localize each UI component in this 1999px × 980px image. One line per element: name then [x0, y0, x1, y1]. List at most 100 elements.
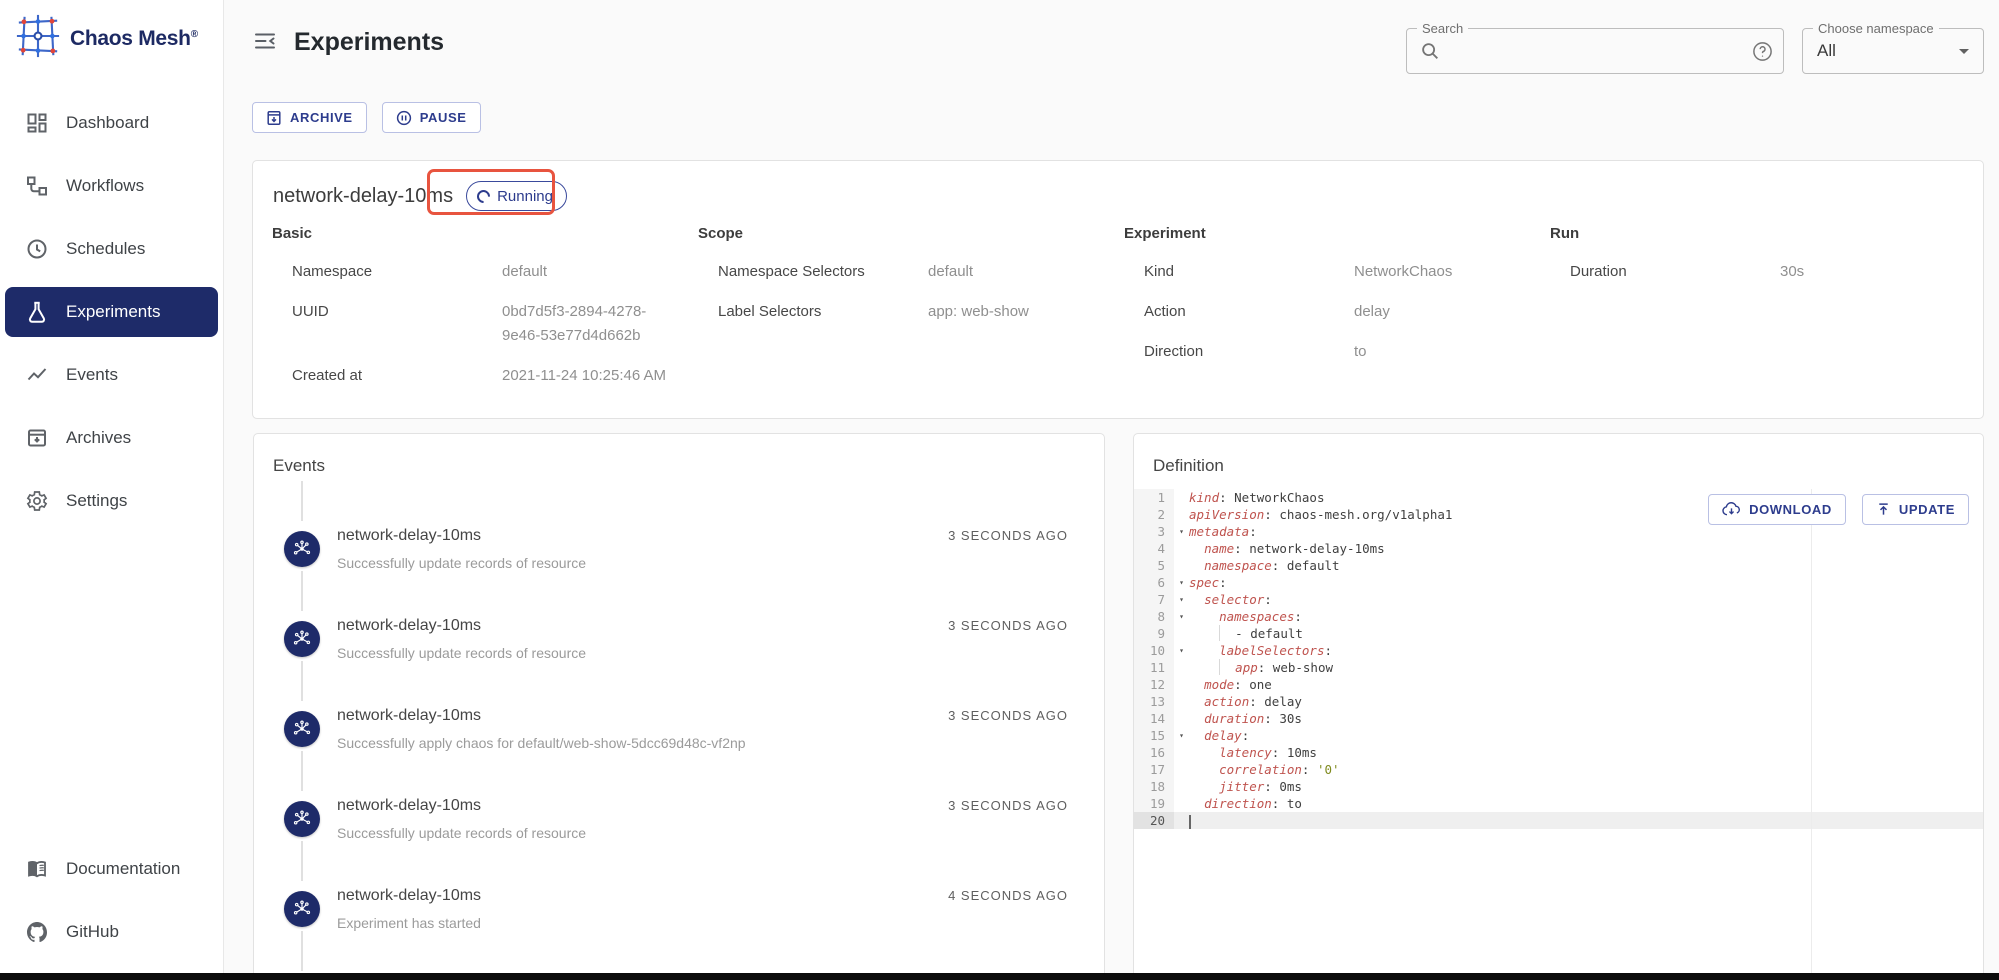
event-timestamp: 3 SECONDS AGO — [948, 528, 1068, 543]
fold-spacer — [1174, 659, 1189, 676]
detail-label: Namespace — [292, 260, 502, 284]
sidebar-item-label: Schedules — [66, 239, 145, 259]
yaml-editor[interactable]: 1kind: NetworkChaos2apiVersion: chaos-me… — [1134, 489, 1983, 980]
code-text: jitter: 0ms — [1189, 778, 1983, 795]
detail-row: Directionto — [1124, 340, 1550, 364]
workflows-icon — [25, 174, 49, 198]
detail-value: 0bd7d5f3-2894-4278-9e46-53e77d4d662b — [502, 300, 677, 348]
search-field[interactable]: Search — [1406, 28, 1784, 74]
clock-icon — [25, 237, 49, 261]
search-input[interactable] — [1449, 42, 1744, 60]
sidebar-item-documentation[interactable]: Documentation — [0, 844, 223, 894]
code-text: direction: to — [1189, 795, 1983, 812]
download-button[interactable]: DOWNLOAD — [1708, 494, 1846, 525]
section-title: Basic — [272, 225, 698, 242]
brand-name: Chaos Mesh® — [70, 27, 198, 51]
detail-value: to — [1354, 340, 1367, 364]
fold-arrow-icon[interactable]: ▾ — [1174, 608, 1189, 625]
section-scope: ScopeNamespace SelectorsdefaultLabel Sel… — [698, 225, 1124, 404]
sidebar-item-experiments[interactable]: Experiments — [5, 287, 218, 337]
code-line: 13 action: delay — [1134, 693, 1983, 710]
help-icon[interactable] — [1752, 41, 1773, 62]
detail-row: UUID0bd7d5f3-2894-4278-9e46-53e77d4d662b — [272, 300, 698, 348]
detail-label: Label Selectors — [718, 300, 928, 324]
code-text: metadata: — [1189, 523, 1983, 540]
main-content: Experiments Search Choose namespace — [224, 0, 1999, 973]
fold-arrow-icon[interactable]: ▾ — [1174, 591, 1189, 608]
fold-arrow-icon[interactable]: ▾ — [1174, 642, 1189, 659]
sidebar: Chaos Mesh® Dashboard Workflows Schedules E… — [0, 0, 224, 980]
code-line: 8▾ namespaces: — [1134, 608, 1983, 625]
github-icon — [25, 920, 49, 944]
code-line: 19 direction: to — [1134, 795, 1983, 812]
detail-label: Namespace Selectors — [718, 260, 928, 284]
sidebar-item-label: Dashboard — [66, 113, 149, 133]
code-text: - default — [1189, 625, 1983, 642]
page-title: Experiments — [294, 28, 444, 57]
book-icon — [25, 857, 49, 881]
detail-value: 2021-11-24 10:25:46 AM — [502, 364, 666, 388]
page-header: Experiments Search Choose namespace — [224, 0, 1999, 74]
fold-arrow-icon[interactable]: ▾ — [1174, 523, 1189, 540]
namespace-selected-value: All — [1817, 41, 1836, 61]
archive-icon — [25, 426, 49, 450]
code-line: 4 name: network-delay-10ms — [1134, 540, 1983, 557]
sidebar-item-label: Experiments — [66, 302, 160, 322]
event-message: Successfully update records of resource — [337, 645, 1068, 661]
line-number: 9 — [1134, 625, 1174, 642]
sidebar-item-schedules[interactable]: Schedules — [0, 224, 223, 274]
events-timeline: network-delay-10msSuccessfully update re… — [268, 525, 1068, 980]
detail-value: NetworkChaos — [1354, 260, 1452, 284]
code-text: mode: one — [1189, 676, 1983, 693]
namespace-select[interactable]: Choose namespace All — [1802, 28, 1984, 74]
line-number: 18 — [1134, 778, 1174, 795]
detail-label: Duration — [1570, 260, 1780, 284]
section-title: Experiment — [1124, 225, 1550, 242]
sidebar-item-github[interactable]: GitHub — [0, 907, 223, 957]
experiment-detail-sections: Basic Namespacedefault UUID0bd7d5f3-2894-4… — [253, 211, 1983, 418]
experiment-name: network-delay-10ms — [273, 185, 453, 208]
events-card-title: Events — [254, 434, 1104, 476]
code-line: 18 jitter: 0ms — [1134, 778, 1983, 795]
sidebar-item-label: Archives — [66, 428, 131, 448]
sidebar-item-archives[interactable]: Archives — [0, 413, 223, 463]
line-number: 20 — [1134, 812, 1174, 829]
gear-icon — [25, 489, 49, 513]
line-number: 14 — [1134, 710, 1174, 727]
archive-button[interactable]: ARCHIVE — [252, 102, 367, 133]
screen-bottom-edge — [0, 973, 1999, 980]
update-button[interactable]: UPDATE — [1862, 494, 1969, 525]
detail-row: Label Selectorsapp: web-show — [698, 300, 1124, 324]
sidebar-item-workflows[interactable]: Workflows — [0, 161, 223, 211]
fold-arrow-icon[interactable]: ▾ — [1174, 727, 1189, 744]
fold-arrow-icon[interactable]: ▾ — [1174, 574, 1189, 591]
dashboard-icon — [25, 111, 49, 135]
detail-row: Duration30s — [1550, 260, 1976, 284]
chaos-mesh-logo[interactable]: Chaos Mesh® — [0, 0, 223, 74]
code-text: app: web-show — [1189, 659, 1983, 676]
line-number: 17 — [1134, 761, 1174, 778]
collapse-sidebar-icon[interactable] — [253, 29, 277, 53]
definition-card: Definition 1kind: NetworkChaos2apiVersio… — [1133, 433, 1984, 980]
sidebar-item-label: GitHub — [66, 922, 119, 942]
fold-spacer — [1174, 625, 1189, 642]
section-title: Run — [1550, 225, 1976, 242]
sidebar-item-dashboard[interactable]: Dashboard — [0, 98, 223, 148]
spinner-icon — [474, 187, 492, 205]
fold-spacer — [1174, 540, 1189, 557]
section-experiment: ExperimentKindNetworkChaosActiondelayDir… — [1124, 225, 1550, 404]
sidebar-item-events[interactable]: Events — [0, 350, 223, 400]
code-line: 5 namespace: default — [1134, 557, 1983, 574]
fold-spacer — [1174, 812, 1189, 829]
line-number: 4 — [1134, 540, 1174, 557]
sidebar-item-settings[interactable]: Settings — [0, 476, 223, 526]
upload-icon — [1876, 502, 1891, 517]
search-icon — [1419, 40, 1441, 62]
cloud-download-icon — [1722, 502, 1741, 517]
detail-value: default — [502, 260, 547, 284]
line-number: 16 — [1134, 744, 1174, 761]
editor-ruler-line — [1811, 489, 1812, 980]
code-line: 7▾ selector: — [1134, 591, 1983, 608]
events-card: Events network-delay-10msSuccessfully up… — [253, 433, 1105, 980]
pause-button[interactable]: PAUSE — [382, 102, 481, 133]
